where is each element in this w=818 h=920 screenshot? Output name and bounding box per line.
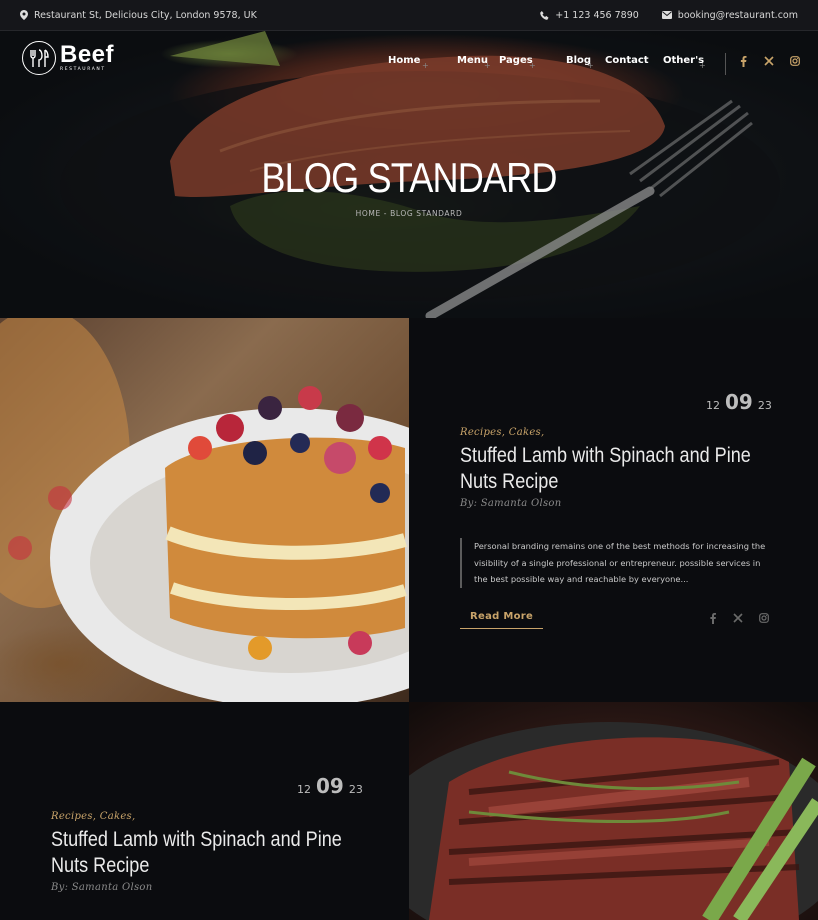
post-date: 12 09 23 <box>297 774 363 798</box>
email-link[interactable]: booking@restaurant.com <box>661 9 798 21</box>
phone-link[interactable]: +1 123 456 7890 <box>540 10 639 21</box>
post-author: By: Samanta Olson <box>460 498 562 509</box>
brand-subtitle: RESTAURANT <box>60 67 106 73</box>
post-categories[interactable]: Recipes, Cakes, <box>51 811 135 822</box>
cake-image <box>0 318 409 702</box>
post-image-cake[interactable] <box>0 318 409 702</box>
breadcrumb: HOME - BLOG STANDARD <box>355 209 463 218</box>
post-date-year: 23 <box>348 783 363 796</box>
facebook-icon[interactable] <box>709 613 717 624</box>
nav-item-pages[interactable]: Pages + <box>499 55 566 70</box>
address: Restaurant St, Delicious City, London 95… <box>20 10 257 21</box>
nav-item-menu[interactable]: Menu + <box>457 55 499 70</box>
map-pin-icon <box>20 10 28 20</box>
post-title[interactable]: Stuffed Lamb with Spinach and Pine Nuts … <box>460 443 752 495</box>
phone-text: +1 123 456 7890 <box>555 9 639 21</box>
steak-image <box>409 722 818 920</box>
post-date-year: 23 <box>757 399 772 412</box>
facebook-icon[interactable] <box>739 56 748 67</box>
main-nav: Home + Menu + Pages + Blog + Contact Other's… <box>388 55 723 70</box>
post-categories[interactable]: Recipes, Cakes, <box>460 427 544 438</box>
mail-icon <box>661 11 672 19</box>
post-excerpt: Personal branding remains one of the bes… <box>460 538 770 588</box>
nav-item-blog[interactable]: Blog + <box>566 55 605 70</box>
post-date-month: 09 <box>725 390 753 414</box>
post-date-day: 12 <box>706 399 720 412</box>
address-text: Restaurant St, Delicious City, London 95… <box>34 9 257 21</box>
nav-item-home[interactable]: Home + <box>388 55 457 70</box>
email-text: booking@restaurant.com <box>677 9 798 21</box>
x-icon[interactable] <box>733 613 743 623</box>
post-date-month: 09 <box>316 774 344 798</box>
instagram-icon[interactable] <box>790 56 800 66</box>
top-bar: Restaurant St, Delicious City, London 95… <box>0 0 818 31</box>
logo[interactable]: Beef RESTAURANT <box>22 41 114 75</box>
post-title[interactable]: Stuffed Lamb with Spinach and Pine Nuts … <box>51 827 343 879</box>
post-image-steak[interactable] <box>409 702 818 920</box>
x-icon[interactable] <box>764 56 774 66</box>
blog-post-card: 12 09 23 Recipes, Cakes, Stuffed Lamb wi… <box>409 318 818 702</box>
phone-icon <box>540 10 549 20</box>
read-more-button[interactable]: Read More <box>460 611 544 629</box>
hero-banner: Beef RESTAURANT Home + Menu + Pages + Blog +… <box>0 31 818 318</box>
post-author: By: Samanta Olson <box>51 882 153 893</box>
nav-item-others[interactable]: Other's + <box>663 55 723 70</box>
page-title: BLOG STANDARD <box>261 154 557 201</box>
post-date: 12 09 23 <box>706 390 772 414</box>
instagram-icon[interactable] <box>759 613 769 623</box>
post-share <box>709 613 769 624</box>
nav-item-contact[interactable]: Contact <box>605 55 663 66</box>
blog-post-card: 12 09 23 Recipes, Cakes, Stuffed Lamb wi… <box>0 702 409 920</box>
brand-name: Beef <box>60 41 115 69</box>
header-social <box>739 56 800 67</box>
post-date-day: 12 <box>297 783 311 796</box>
cutlery-icon <box>22 41 56 75</box>
nav-divider <box>725 53 726 75</box>
